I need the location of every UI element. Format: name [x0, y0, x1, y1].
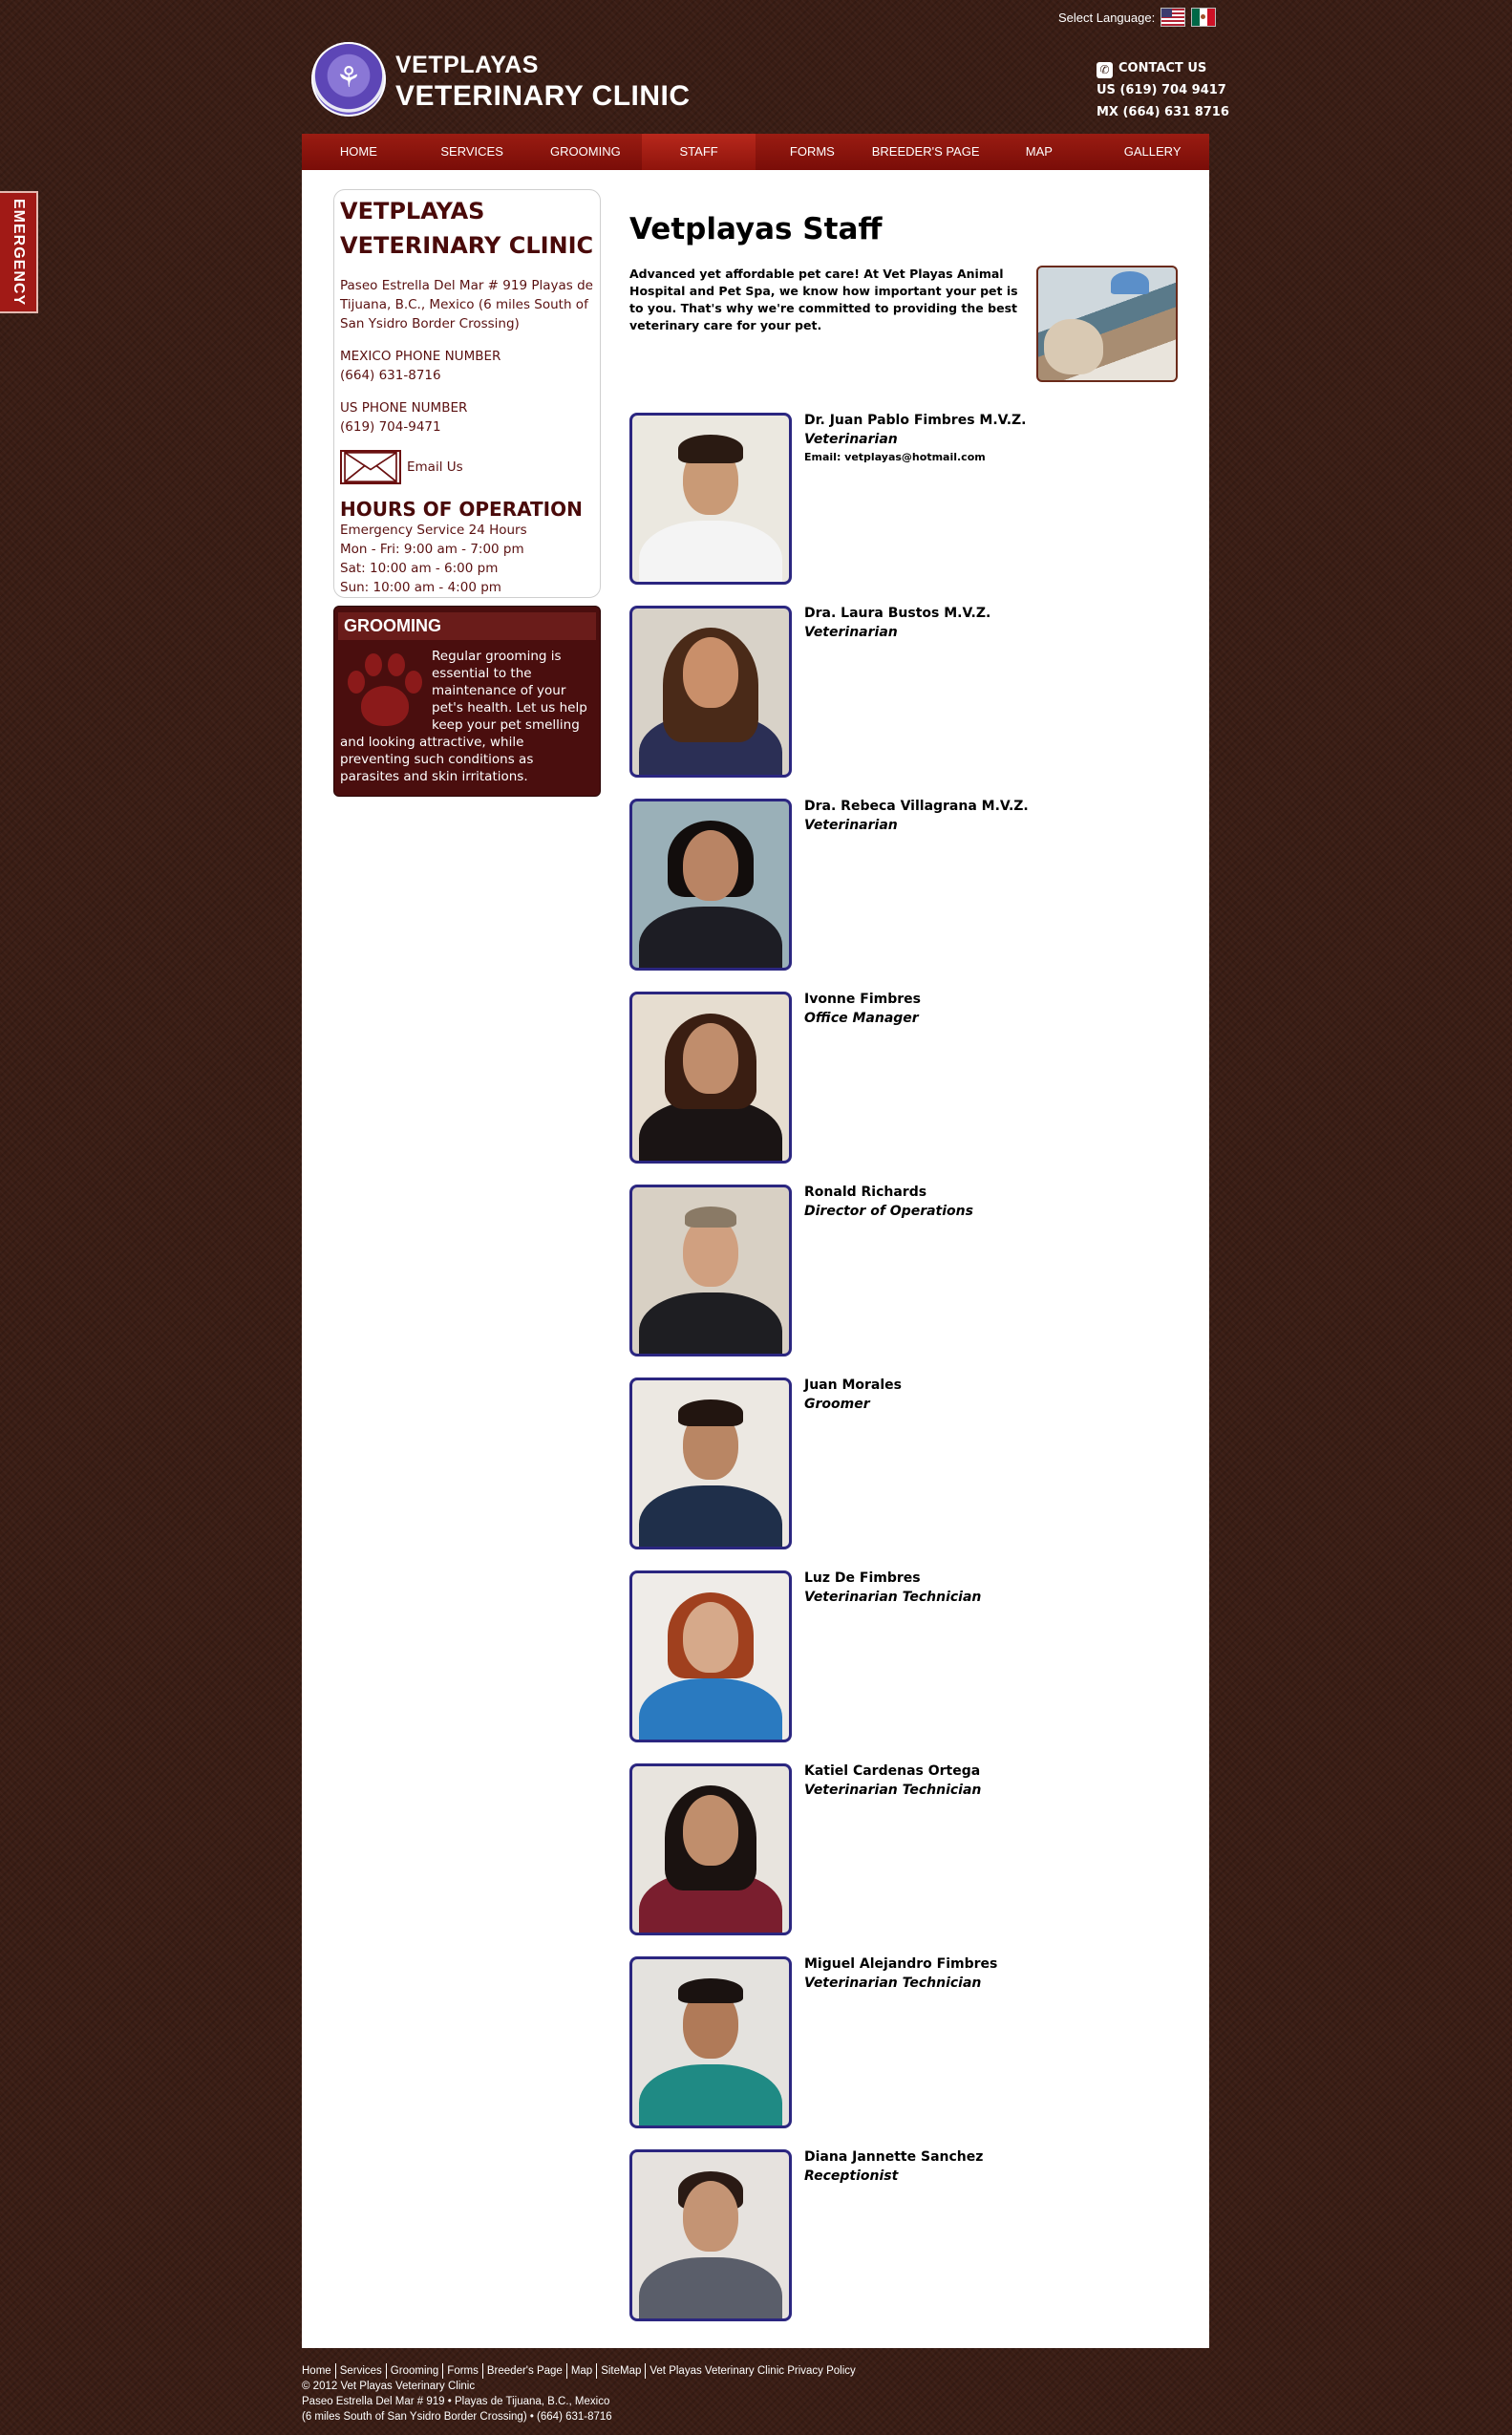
- staff-email[interactable]: Email: vetplayas@hotmail.com: [804, 451, 986, 463]
- nav-map[interactable]: MAP: [983, 134, 1097, 170]
- hours-line: Sat: 10:00 am - 6:00 pm: [340, 561, 499, 576]
- content-panel: VETPLAYAS VETERINARY CLINIC Paseo Estrel…: [302, 170, 1209, 2348]
- footer-link-breeders-page[interactable]: Breeder's Page: [481, 2363, 566, 2379]
- clinic-logo[interactable]: [311, 42, 386, 117]
- footer-link-sitemap[interactable]: SiteMap: [596, 2363, 645, 2379]
- nav-forms[interactable]: FORMS: [756, 134, 869, 170]
- us-phone: US (619) 704 9417: [1097, 83, 1226, 97]
- staff-card: Juan Morales Groomer: [629, 1378, 1183, 1554]
- footer-link-privacy-policy[interactable]: Vet Playas Veterinary Clinic Privacy Pol…: [645, 2363, 859, 2379]
- mexico-flag-icon[interactable]: [1191, 8, 1217, 27]
- staff-name: Ivonne Fimbres: [804, 992, 921, 1007]
- emergency-tab[interactable]: EMERGENCY: [0, 191, 38, 313]
- nav-breeders-page[interactable]: BREEDER'S PAGE: [869, 134, 983, 170]
- staff-photo: [629, 1185, 792, 1356]
- staff-role: Veterinarian Technician: [804, 1976, 982, 1991]
- staff-role: Veterinarian: [804, 432, 898, 447]
- intro-text: Advanced yet affordable pet care! At Vet…: [629, 267, 1018, 332]
- hours-line: Mon - Fri: 9:00 am - 7:00 pm: [340, 542, 524, 557]
- staff-card: Luz De Fimbres Veterinarian Technician: [629, 1570, 1183, 1747]
- staff-role: Director of Operations: [804, 1204, 973, 1219]
- staff-name: Dr. Juan Pablo Fimbres M.V.Z.: [804, 413, 1027, 428]
- footer: Home Services Grooming Forms Breeder's P…: [302, 2363, 860, 2424]
- staff-role: Office Manager: [804, 1011, 919, 1026]
- staff-card: Diana Jannette Sanchez Receptionist: [629, 2149, 1183, 2326]
- brand-name-line1[interactable]: VETPLAYAS: [395, 52, 539, 79]
- clinic-address: Paseo Estrella Del Mar # 919 Playas de T…: [340, 278, 593, 331]
- mexico-phone: (664) 631-8716: [340, 368, 441, 383]
- paw-icon: [340, 648, 426, 734]
- staff-role: Veterinarian: [804, 625, 898, 640]
- phone-icon: ✆: [1097, 62, 1113, 78]
- nav-services[interactable]: SERVICES: [415, 134, 529, 170]
- footer-link-services[interactable]: Services: [334, 2363, 386, 2379]
- footer-link-grooming[interactable]: Grooming: [385, 2363, 443, 2379]
- main-nav: HOME SERVICES GROOMING STAFF FORMS BREED…: [302, 134, 1209, 170]
- language-selector: Select Language:: [1058, 8, 1217, 27]
- staff-photo: [629, 1763, 792, 1935]
- staff-photo: [629, 992, 792, 1164]
- staff-card: Ivonne Fimbres Office Manager: [629, 992, 1183, 1168]
- staff-name: Diana Jannette Sanchez: [804, 2149, 984, 2165]
- staff-card: Dra. Rebeca Villagrana M.V.Z. Veterinari…: [629, 799, 1183, 975]
- grooming-title[interactable]: GROOMING: [338, 612, 596, 640]
- nav-grooming[interactable]: GROOMING: [529, 134, 643, 170]
- header-contact: ✆ CONTACT US US (619) 704 9417 MX (664) 6…: [1097, 57, 1229, 123]
- staff-role: Veterinarian: [804, 818, 898, 833]
- staff-card: Dr. Juan Pablo Fimbres M.V.Z. Veterinari…: [629, 413, 1183, 589]
- staff-name: Katiel Cardenas Ortega: [804, 1763, 981, 1779]
- footer-link-forms[interactable]: Forms: [442, 2363, 482, 2379]
- footer-links: Home Services Grooming Forms Breeder's P…: [302, 2363, 860, 2379]
- us-flag-icon[interactable]: [1161, 8, 1186, 27]
- staff-name: Miguel Alejandro Fimbres: [804, 1956, 998, 1972]
- us-phone-label: US PHONE NUMBER: [340, 400, 468, 416]
- footer-link-map[interactable]: Map: [565, 2363, 596, 2379]
- hours-line: Emergency Service 24 Hours: [340, 523, 527, 538]
- mx-phone: MX (664) 631 8716: [1097, 105, 1229, 119]
- contact-us-label[interactable]: CONTACT US: [1118, 61, 1206, 75]
- staff-photo: [629, 799, 792, 971]
- staff-role: Veterinarian Technician: [804, 1590, 982, 1605]
- language-label: Select Language:: [1058, 10, 1156, 25]
- staff-name: Luz De Fimbres: [804, 1570, 921, 1586]
- staff-card: Dra. Laura Bustos M.V.Z. Veterinarian: [629, 606, 1183, 782]
- mexico-phone-label: MEXICO PHONE NUMBER: [340, 349, 501, 364]
- brand-name-line2[interactable]: VETERINARY CLINIC: [395, 80, 691, 113]
- nav-gallery[interactable]: GALLERY: [1096, 134, 1209, 170]
- sidebar-title: VETPLAYAS VETERINARY CLINIC: [340, 198, 594, 259]
- staff-name: Juan Morales: [804, 1378, 902, 1393]
- grooming-box: GROOMING Regular grooming is essential t…: [333, 606, 601, 797]
- staff-name: Ronald Richards: [804, 1185, 927, 1200]
- staff-card: Katiel Cardenas Ortega Veterinarian Tech…: [629, 1763, 1183, 1940]
- nav-staff[interactable]: STAFF: [642, 134, 756, 170]
- staff-name: Dra. Rebeca Villagrana M.V.Z.: [804, 799, 1029, 814]
- staff-name: Dra. Laura Bustos M.V.Z.: [804, 606, 991, 621]
- staff-role: Veterinarian Technician: [804, 1783, 982, 1798]
- staff-photo: [629, 2149, 792, 2321]
- staff-photo: [629, 1956, 792, 2128]
- clinic-info-box: VETPLAYAS VETERINARY CLINIC Paseo Estrel…: [333, 189, 601, 598]
- envelope-icon: [340, 450, 401, 484]
- staff-photo: [629, 413, 792, 585]
- us-phone-number: (619) 704-9471: [340, 419, 441, 435]
- staff-photo: [629, 1570, 792, 1742]
- staff-card: Miguel Alejandro Fimbres Veterinarian Te…: [629, 1956, 1183, 2133]
- staff-role: Groomer: [804, 1397, 870, 1412]
- email-us-label[interactable]: Email Us: [407, 458, 463, 477]
- nav-home[interactable]: HOME: [302, 134, 415, 170]
- footer-address-line1: Paseo Estrella Del Mar # 919 • Playas de…: [302, 2396, 610, 2407]
- hours-line: Sun: 10:00 am - 4:00 pm: [340, 580, 501, 595]
- staff-role: Receptionist: [804, 2168, 899, 2184]
- vet-with-dog-photo: [1036, 266, 1178, 382]
- staff-photo: [629, 1378, 792, 1549]
- staff-photo: [629, 606, 792, 778]
- staff-card: Ronald Richards Director of Operations: [629, 1185, 1183, 1361]
- footer-address-line2: (6 miles South of San Ysidro Border Cros…: [302, 2411, 612, 2423]
- hours-title: HOURS OF OPERATION: [340, 498, 583, 521]
- footer-link-home[interactable]: Home: [302, 2363, 335, 2379]
- footer-copyright: © 2012 Vet Playas Veterinary Clinic: [302, 2381, 476, 2392]
- page-title: Vetplayas Staff: [629, 212, 883, 246]
- email-us-link[interactable]: Email Us: [340, 450, 594, 484]
